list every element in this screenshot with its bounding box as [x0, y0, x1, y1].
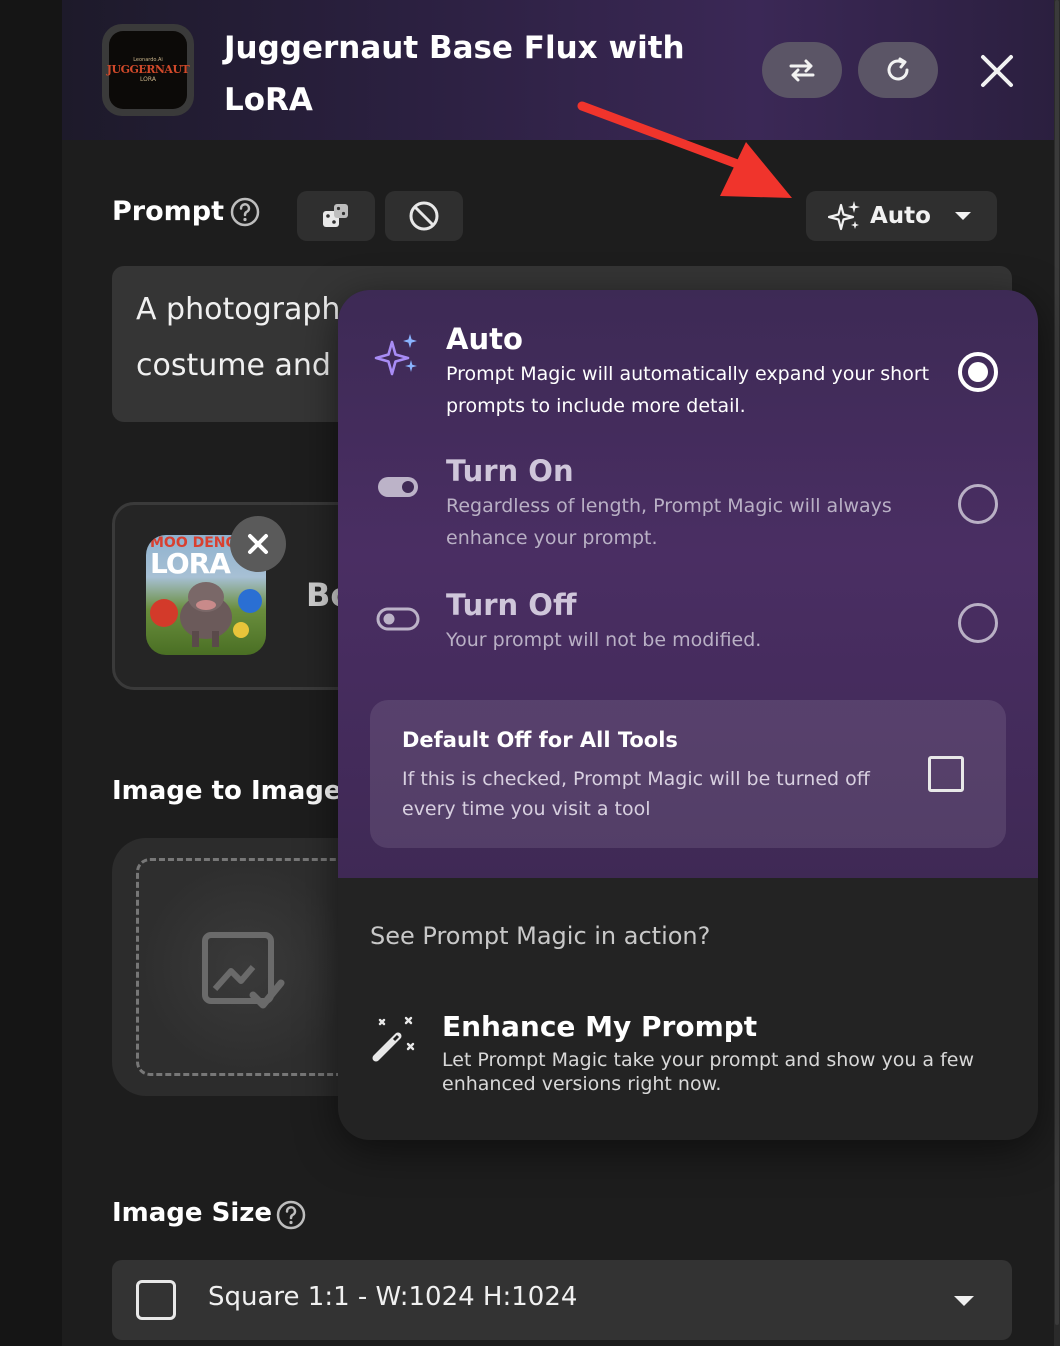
- refresh-icon: [887, 57, 909, 81]
- toggle-on-icon: [378, 477, 418, 497]
- model-thumbnail: Leonardo.Ai JUGGERNAUT LORA: [102, 24, 194, 116]
- left-gutter: [0, 0, 62, 1346]
- thumb-logo: JUGGERNAUT: [106, 63, 190, 76]
- image-size-value: Square 1:1 - W:1024 H:1024: [208, 1282, 578, 1312]
- enhance-prompt-description: Let Prompt Magic take your prompt and sh…: [442, 1049, 975, 1095]
- default-off-description: If this is checked, Prompt Magic will be…: [402, 768, 870, 820]
- sparkle-icon: [374, 334, 417, 376]
- option-auto-title: Auto: [446, 322, 523, 356]
- dice-icon: [323, 204, 348, 227]
- default-off-title: Default Off for All Tools: [402, 728, 678, 752]
- option-turn-on-description: Regardless of length, Prompt Magic will …: [446, 495, 892, 549]
- default-off-checkbox[interactable]: [928, 756, 964, 792]
- prompt-magic-mode: Auto: [870, 203, 931, 229]
- option-turn-on-radio[interactable]: [958, 484, 998, 524]
- chevron-down-icon: [954, 1296, 974, 1306]
- scrollbar[interactable]: [1054, 0, 1060, 1346]
- image-upload-icon: [202, 932, 285, 1009]
- image-size-label: Image Size: [112, 1198, 273, 1228]
- option-turn-off-radio[interactable]: [958, 603, 998, 643]
- ban-icon: [409, 201, 439, 231]
- close-icon: [981, 55, 1013, 87]
- prompt-magic-dropdown[interactable]: Auto: [806, 191, 997, 241]
- prompt-help-icon[interactable]: [230, 197, 260, 227]
- image-upload-dropzone[interactable]: [136, 858, 356, 1076]
- see-in-action-label: See Prompt Magic in action?: [370, 922, 711, 950]
- option-auto-radio[interactable]: [958, 352, 998, 392]
- option-turn-on-title: Turn On: [446, 454, 574, 488]
- refresh-button[interactable]: [858, 42, 938, 98]
- image-size-help-icon[interactable]: [276, 1200, 306, 1230]
- random-prompt-button[interactable]: [297, 191, 375, 241]
- swap-icon: [789, 59, 815, 82]
- enhance-prompt-button[interactable]: Enhance My Prompt: [442, 1010, 757, 1043]
- prompt-magic-menu: Auto Prompt Magic will automatically exp…: [338, 290, 1038, 1140]
- thumb-sub: LORA: [140, 76, 156, 83]
- sparkle-icon: [828, 201, 860, 231]
- close-icon: [248, 534, 268, 554]
- remove-lora-button[interactable]: [230, 516, 286, 572]
- default-off-setting[interactable]: Default Off for All Tools If this is che…: [370, 700, 1006, 848]
- panel-header: Leonardo.Ai JUGGERNAUT LORA Juggernaut B…: [62, 0, 1054, 140]
- close-button[interactable]: [974, 48, 1020, 94]
- chevron-down-icon: [954, 212, 971, 220]
- option-turn-off-title: Turn Off: [446, 588, 577, 622]
- magic-wand-icon[interactable]: [370, 1016, 418, 1064]
- negative-prompt-button[interactable]: [385, 191, 463, 241]
- image-to-image-label: Image to Image: [112, 776, 342, 806]
- option-auto-description: Prompt Magic will automatically expand y…: [446, 363, 930, 417]
- prompt-label: Prompt: [112, 196, 225, 227]
- annotation-arrow-icon: [577, 101, 792, 198]
- option-turn-off-description: Your prompt will not be modified.: [446, 629, 762, 651]
- lora-image-caption-main: LORA: [150, 547, 231, 580]
- toggle-off-icon: [376, 607, 420, 631]
- aspect-square-icon: [136, 1280, 176, 1320]
